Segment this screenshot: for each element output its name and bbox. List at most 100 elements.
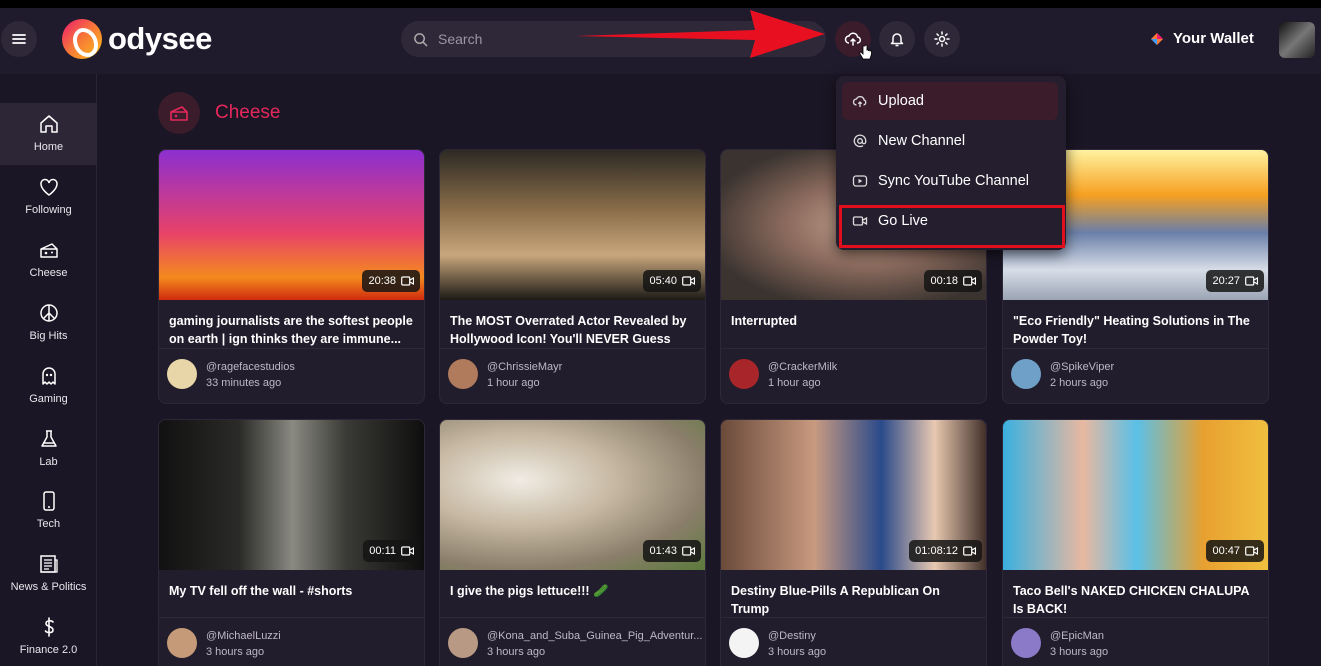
channel-avatar[interactable] bbox=[167, 359, 197, 389]
menu-item-upload[interactable]: Upload bbox=[842, 82, 1058, 120]
sidebar-item-cheese[interactable]: Cheese bbox=[0, 229, 97, 291]
video-camera-icon bbox=[401, 276, 414, 286]
sidebar-item-following[interactable]: Following bbox=[0, 166, 97, 228]
cheese-icon bbox=[39, 243, 58, 258]
video-meta: @Kona_and_Suba_Guinea_Pig_Adventur... 3 h… bbox=[440, 617, 705, 666]
channel-avatar[interactable] bbox=[729, 359, 759, 389]
channel-avatar[interactable] bbox=[448, 359, 478, 389]
channel-name[interactable]: @MichaelLuzzi bbox=[206, 628, 281, 644]
video-title[interactable]: Interrupted bbox=[721, 300, 986, 348]
youtube-icon bbox=[852, 175, 868, 187]
video-title[interactable]: Taco Bell's NAKED CHICKEN CHALUPA Is BAC… bbox=[1003, 570, 1268, 618]
sidebar-item-gaming[interactable]: Gaming bbox=[0, 355, 97, 417]
sidebar-item-news-politics[interactable]: News & Politics bbox=[0, 543, 97, 605]
wallet-button[interactable]: Your Wallet bbox=[1150, 30, 1254, 47]
channel-name[interactable]: @Destiny bbox=[768, 628, 826, 644]
sidebar-item-lab[interactable]: Lab bbox=[0, 418, 97, 480]
channel-name[interactable]: @Kona_and_Suba_Guinea_Pig_Adventur... bbox=[487, 628, 702, 644]
video-title[interactable]: Destiny Blue-Pills A Republican On Trump bbox=[721, 570, 986, 618]
video-meta: @EpicMan 3 hours ago bbox=[1003, 617, 1268, 666]
video-title[interactable]: "Eco Friendly" Heating Solutions in The … bbox=[1003, 300, 1268, 348]
video-meta: @CrackerMilk 1 hour ago bbox=[721, 348, 986, 403]
video-card[interactable]: 20:38 gaming journalists are the softest… bbox=[158, 149, 425, 404]
video-meta: @MichaelLuzzi 3 hours ago bbox=[159, 617, 424, 666]
duration-badge: 00:47 bbox=[1206, 540, 1264, 562]
video-card[interactable]: 01:08:12 Destiny Blue-Pills A Republican… bbox=[720, 419, 987, 666]
sidebar: Home Following Cheese Big Hits Gaming La… bbox=[0, 74, 97, 666]
sidebar-item-home[interactable]: Home bbox=[0, 103, 97, 165]
channel-avatar[interactable] bbox=[448, 628, 478, 658]
channel-avatar[interactable] bbox=[1011, 628, 1041, 658]
video-title[interactable]: My TV fell off the wall - #shorts bbox=[159, 570, 424, 618]
upload-time: 1 hour ago bbox=[487, 377, 540, 389]
channel-avatar[interactable] bbox=[1011, 359, 1041, 389]
channel-avatar[interactable] bbox=[729, 628, 759, 658]
video-title[interactable]: The MOST Overrated Actor Revealed by Hol… bbox=[440, 300, 705, 348]
duration-badge: 01:43 bbox=[643, 540, 701, 562]
home-icon bbox=[39, 115, 58, 133]
channel-name[interactable]: @ragefacestudios bbox=[206, 359, 295, 375]
dollar-icon bbox=[44, 617, 54, 637]
odysee-logo-icon bbox=[62, 19, 102, 59]
video-thumbnail[interactable]: 01:43 bbox=[440, 420, 705, 570]
video-thumbnail[interactable]: 01:08:12 bbox=[721, 420, 986, 570]
video-card[interactable]: 00:11 My TV fell off the wall - #shorts … bbox=[158, 419, 425, 666]
duration-text: 01:43 bbox=[649, 545, 677, 557]
video-meta: @ragefacestudios 33 minutes ago bbox=[159, 348, 424, 403]
video-thumbnail[interactable]: 05:40 bbox=[440, 150, 705, 300]
video-thumbnail[interactable]: 00:11 bbox=[159, 420, 424, 570]
duration-text: 00:18 bbox=[930, 275, 958, 287]
video-title[interactable]: I give the pigs lettuce!!! 🥒 bbox=[440, 570, 705, 618]
video-card[interactable]: 01:43 I give the pigs lettuce!!! 🥒 @Kona… bbox=[439, 419, 706, 666]
video-camera-icon bbox=[1245, 276, 1258, 286]
sidebar-item-label: News & Politics bbox=[10, 581, 87, 593]
upload-time: 2 hours ago bbox=[1050, 377, 1109, 389]
duration-text: 01:08:12 bbox=[915, 545, 958, 557]
menu-item-new-channel[interactable]: New Channel bbox=[842, 122, 1058, 160]
sidebar-item-label: Finance 2.0 bbox=[19, 644, 78, 656]
flask-icon bbox=[40, 430, 57, 447]
video-meta: @SpikeViper 2 hours ago bbox=[1003, 348, 1268, 403]
menu-button[interactable] bbox=[1, 21, 37, 57]
duration-badge: 20:27 bbox=[1206, 270, 1264, 292]
at-icon bbox=[853, 134, 867, 148]
odysee-logo[interactable]: odysee bbox=[62, 19, 212, 59]
lbc-credits-icon bbox=[1151, 32, 1163, 45]
channel-name[interactable]: @ChrissieMayr bbox=[487, 359, 562, 375]
video-thumbnail[interactable]: 00:47 bbox=[1003, 420, 1268, 570]
wallet-label: Your Wallet bbox=[1173, 30, 1254, 47]
upload-time: 1 hour ago bbox=[768, 377, 821, 389]
channel-avatar[interactable] bbox=[167, 628, 197, 658]
menu-item-sync-youtube[interactable]: Sync YouTube Channel bbox=[842, 162, 1058, 200]
red-arrow-annotation bbox=[575, 10, 825, 58]
duration-text: 00:47 bbox=[1212, 545, 1240, 557]
peace-icon bbox=[39, 304, 58, 322]
video-card[interactable]: 05:40 The MOST Overrated Actor Revealed … bbox=[439, 149, 706, 404]
ghost-icon bbox=[41, 367, 56, 385]
category-title: Cheese bbox=[215, 102, 281, 123]
user-avatar[interactable] bbox=[1279, 22, 1315, 58]
video-title[interactable]: gaming journalists are the softest peopl… bbox=[159, 300, 424, 348]
video-card[interactable]: 00:47 Taco Bell's NAKED CHICKEN CHALUPA … bbox=[1002, 419, 1269, 666]
brand-name: odysee bbox=[108, 21, 212, 56]
category-icon-badge bbox=[158, 92, 200, 134]
notifications-button[interactable] bbox=[879, 21, 915, 57]
phone-icon bbox=[42, 491, 55, 511]
sidebar-item-big-hits[interactable]: Big Hits bbox=[0, 292, 97, 354]
sidebar-item-label: Following bbox=[25, 204, 72, 216]
upload-time: 3 hours ago bbox=[768, 646, 827, 658]
channel-name[interactable]: @EpicMan bbox=[1050, 628, 1108, 644]
duration-badge: 00:11 bbox=[363, 540, 420, 562]
duration-text: 20:27 bbox=[1212, 275, 1240, 287]
channel-name[interactable]: @CrackerMilk bbox=[768, 359, 837, 375]
upload-time: 3 hours ago bbox=[206, 646, 265, 658]
sidebar-item-finance[interactable]: Finance 2.0 bbox=[0, 606, 97, 666]
menu-item-label: Sync YouTube Channel bbox=[878, 173, 1030, 189]
duration-badge: 05:40 bbox=[643, 270, 701, 292]
settings-button[interactable] bbox=[924, 21, 960, 57]
upload-time: 33 minutes ago bbox=[206, 377, 282, 389]
hand-cursor-icon bbox=[859, 44, 872, 60]
sidebar-item-tech[interactable]: Tech bbox=[0, 480, 97, 542]
video-thumbnail[interactable]: 20:38 bbox=[159, 150, 424, 300]
channel-name[interactable]: @SpikeViper bbox=[1050, 359, 1114, 375]
